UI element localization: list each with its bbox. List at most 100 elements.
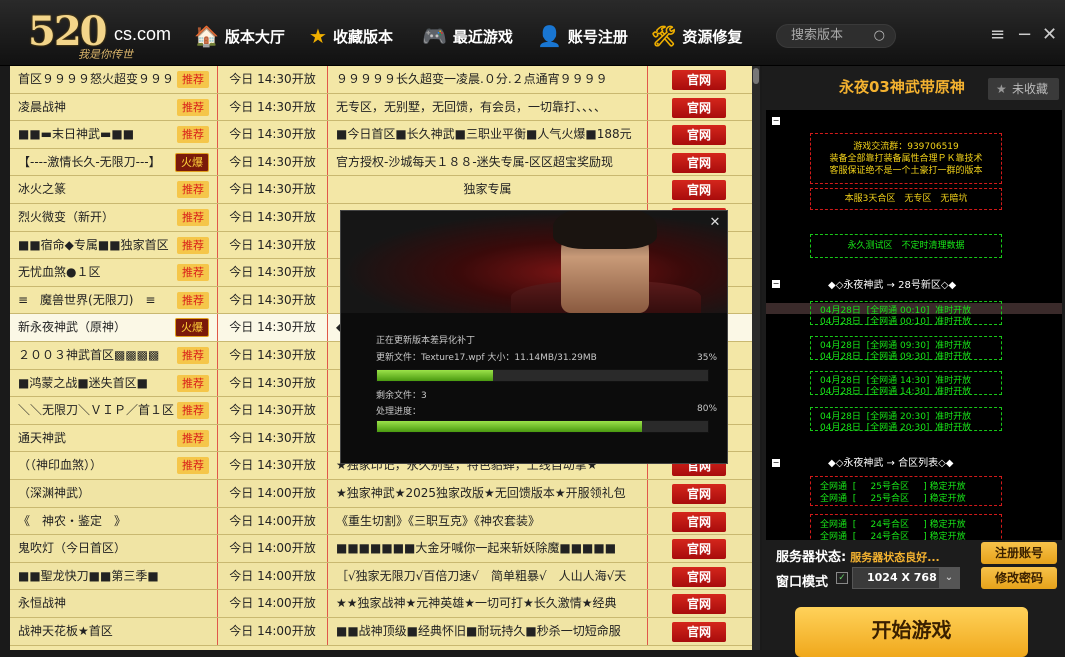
overall-progress-bar [376, 420, 709, 433]
update-file: 更新文件：Texture17.wpf 大小：11.14MB/31.29MB [376, 353, 597, 363]
server-desc: ■■战神顶级■经典怀旧■耐玩持久■秒杀一切短命服 [328, 618, 648, 645]
open-time: 今日 14:00开放 [218, 535, 328, 562]
open-time: 今日 14:30开放 [218, 397, 328, 424]
overall-label: 处理进度： [376, 407, 422, 417]
server-desc: 无专区，无别墅，无回馈，有会员，一切靠打、、、、 [328, 93, 648, 121]
open-time: 今日 14:30开放 [218, 121, 328, 148]
star-icon: ★ [309, 24, 327, 48]
update-dialog: ✕ 正在更新版本差异化补丁 更新文件：Texture17.wpf 大小：11.1… [340, 210, 728, 464]
official-site-button[interactable]: 官网 [672, 180, 726, 201]
server-row[interactable]: 冰火之篆 推荐 今日 14:30开放 独家专属 官网 [10, 176, 752, 204]
official-site-button[interactable]: 官网 [672, 70, 726, 90]
nav-user-add[interactable]: 👤 账号注册 [537, 24, 628, 48]
server-row[interactable]: 战神天花板★首区 今日 14:00开放 ■■战神顶级■经典怀旧■耐玩持久■秒杀一切短… [10, 618, 752, 646]
official-site-button[interactable]: 官网 [672, 594, 726, 615]
minimize-icon[interactable]: − [1017, 24, 1032, 45]
nav-gamepad[interactable]: 🎮 最近游戏 [422, 24, 513, 48]
official-site-button[interactable]: 官网 [672, 97, 726, 118]
banner-image [341, 211, 727, 313]
official-site-button[interactable]: 官网 [672, 484, 726, 504]
official-site-button[interactable]: 官网 [672, 566, 726, 587]
schedule-item: 04月28日 [全网通 14:30] 准时开放 [820, 387, 972, 397]
overall-percent: 80% [697, 404, 718, 414]
recommend-badge: 推荐 [177, 209, 209, 226]
server-row[interactable]: 凌晨战神 推荐 今日 14:30开放 无专区，无别墅，无回馈，有会员，一切靠打、、、、… [10, 93, 752, 122]
logo: 520 cs.com 我是你传世 [28, 8, 172, 61]
server-desc: ■今日首区■长久神武■三职业平衡■人气火爆■188元 [328, 121, 648, 148]
chevron-down-icon[interactable]: ⌄ [939, 568, 959, 588]
recommend-badge: 推荐 [177, 347, 209, 364]
open-time: 今日 14:30开放 [218, 66, 328, 93]
server-desc: ★独家神武★2025独家改版★无回馈版本★开服领礼包 [328, 480, 648, 507]
merge-item: 全网通 [ 25号合区 ] 稳定开放 [820, 482, 966, 492]
window-mode-label: 窗口模式 [776, 575, 829, 590]
recommend-badge: 推荐 [177, 126, 209, 144]
open-time: 今日 14:30开放 [218, 93, 328, 121]
server-row[interactable]: ■■聖龙快刀■■第三季■ 今日 14:00开放 ［√独家无限刀√百倍刀速√ 简单粗暴… [10, 562, 752, 591]
open-time: 今日 14:30开放 [218, 452, 328, 479]
open-time: 今日 14:30开放 [218, 176, 328, 203]
official-site-button[interactable]: 官网 [672, 511, 726, 532]
server-row[interactable]: 首区９９９９怒火超变９９９ 推荐 今日 14:30开放 ９９９９９长久超变一凌晨.０分… [10, 66, 752, 94]
server-row[interactable]: 【----激情长久-无限刀---】 火爆 今日 14:30开放 官方授权-沙城每天１８… [10, 148, 752, 177]
server-row[interactable]: 鬼吹灯（今日首区） 今日 14:00开放 ■■■■■■■大金牙喊你一起来斩妖除魔■■… [10, 535, 752, 563]
menu-icon[interactable]: ≡ [990, 24, 1005, 45]
file-percent: 35% [697, 353, 718, 363]
official-site-button[interactable]: 官网 [672, 125, 726, 146]
collapse-icon[interactable]: − [772, 117, 780, 125]
merge-item: 全网通 [ 24号合区 ] 稳定开放 [820, 520, 966, 530]
close-icon[interactable]: ✕ [707, 215, 723, 231]
official-site-button[interactable]: 官网 [672, 622, 726, 642]
search-icon[interactable]: ○ [874, 25, 885, 47]
schedule-item: 04月28日 [全网通 20:30] 准时开放 [820, 423, 972, 433]
hot-badge: 火爆 [175, 152, 209, 172]
server-desc: 官方授权-沙城每天１８８-迷失专属-区区超宝奖励现 [328, 148, 648, 176]
server-row[interactable]: （深渊神武） 今日 14:00开放 ★独家神武★2025独家改版★无回馈版本★开服领… [10, 480, 752, 508]
open-time: 今日 14:00开放 [218, 618, 328, 645]
open-time: 今日 14:30开放 [218, 342, 328, 369]
recommend-badge: 推荐 [177, 264, 209, 282]
scrollbar[interactable] [752, 66, 760, 650]
recommend-badge: 推荐 [177, 429, 209, 447]
server-row[interactable]: 永恒战神 今日 14:00开放 ★★独家战神★元神英雄★一切可打★长久激情★经典 官网 [10, 590, 752, 618]
server-status: 服务器状态: 服务器状态良好... [776, 550, 940, 565]
change-password-button[interactable]: 修改密码 [981, 567, 1057, 589]
official-site-button[interactable]: 官网 [672, 152, 726, 173]
nav-tools[interactable]: 🛠 资源修复 [651, 24, 742, 48]
nav-home[interactable]: 🏠 版本大厅 [194, 24, 285, 48]
server-notice: − 游戏交流群：939706519 装备全部靠打装备属性合理ＰＫ靠技术 客服保证… [766, 110, 1062, 540]
search-input[interactable]: 搜索版本 ○ [776, 24, 896, 48]
recommend-badge: 推荐 [177, 291, 209, 309]
tools-icon: 🛠 [651, 24, 677, 48]
nav-star[interactable]: ★ 收藏版本 [309, 24, 393, 48]
server-row[interactable]: 《 神农・鉴定 》今日 14:00开放 《重生切割》《三职互克》《神农套装》 官网 [10, 507, 752, 536]
server-desc: 独家专属 [328, 176, 648, 203]
open-time: 今日 14:00开放 [218, 562, 328, 590]
schedule-item: 04月28日 [全网通 09:30] 准时开放 [820, 352, 972, 362]
home-icon: 🏠 [194, 24, 219, 48]
open-time: 今日 14:30开放 [218, 286, 328, 314]
register-button[interactable]: 注册账号 [981, 542, 1057, 564]
close-icon[interactable]: ✕ [1042, 24, 1057, 45]
server-row[interactable]: ■■▬末日神武▬■■ 推荐 今日 14:30开放 ■今日首区■长久神武■三职业平衡■人… [10, 121, 752, 149]
open-time: 今日 14:30开放 [218, 424, 328, 452]
scrollbar-thumb[interactable] [753, 68, 759, 84]
recommend-badge: 推荐 [177, 71, 209, 88]
open-time: 今日 14:30开放 [218, 204, 328, 231]
update-status: 正在更新版本差异化补丁 [376, 336, 476, 346]
resolution-select[interactable]: 1024 X 768 ⌄ [852, 567, 960, 589]
window-mode-checkbox[interactable]: ✓ [836, 572, 848, 584]
official-site-button[interactable]: 官网 [672, 539, 726, 560]
favorite-button[interactable]: ★ 未收藏 [988, 78, 1059, 100]
star-icon: ★ [996, 82, 1007, 96]
collapse-icon[interactable]: − [772, 459, 780, 467]
server-name: 《 神农・鉴定 》 [10, 507, 218, 535]
file-progress-bar [376, 369, 709, 382]
user-add-icon: 👤 [537, 24, 562, 48]
server-name: 鬼吹灯（今日首区） [10, 535, 218, 562]
server-desc: ９９９９９长久超变一凌晨.０分.２点通宵９９９９ [328, 66, 648, 93]
schedule-item: 04月28日 [全网通 00:10] 准时开放 [820, 317, 972, 327]
recommend-badge: 推荐 [177, 98, 209, 116]
collapse-icon[interactable]: − [772, 280, 780, 288]
hot-badge: 火爆 [175, 318, 209, 338]
